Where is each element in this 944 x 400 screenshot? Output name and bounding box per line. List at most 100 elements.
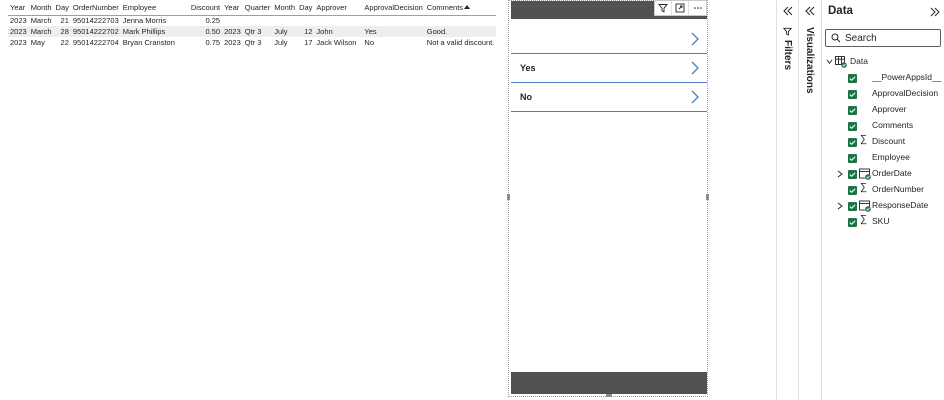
- more-options-button[interactable]: [689, 1, 706, 15]
- visual-header-toolbar: [654, 0, 707, 16]
- field-label: Employee: [872, 152, 910, 162]
- resize-handle-right[interactable]: [706, 194, 709, 200]
- filters-pane[interactable]: Filters: [776, 0, 798, 400]
- field-approver[interactable]: Approver: [836, 104, 941, 118]
- resize-handle-left[interactable]: [507, 194, 510, 200]
- column-header-discount[interactable]: Discount: [177, 0, 222, 15]
- field-approvaldecision[interactable]: ApprovalDecision: [836, 88, 941, 102]
- column-header-month[interactable]: Month: [29, 0, 54, 15]
- chevron-right-icon[interactable]: [691, 32, 699, 46]
- table-header-row: Year Month Day OrderNumber Employee Disc…: [8, 0, 497, 15]
- field-checkbox[interactable]: [848, 186, 857, 195]
- field-checkbox[interactable]: [848, 90, 857, 99]
- field-discount[interactable]: ∑ Discount: [836, 134, 941, 150]
- filters-label[interactable]: Filters: [782, 40, 793, 70]
- table-cell: [243, 15, 272, 26]
- field-ordernumber[interactable]: ∑ OrderNumber: [836, 182, 941, 198]
- table-row[interactable]: 2023 March 28 95014222702 Mark Phillips …: [8, 26, 497, 37]
- gallery-item[interactable]: [511, 25, 707, 54]
- table-cell: Qtr 3: [244, 38, 262, 47]
- expand-visualizations-icon[interactable]: [805, 6, 815, 16]
- expand-filters-icon[interactable]: [783, 6, 793, 16]
- column-header-day[interactable]: Day: [54, 0, 71, 15]
- resize-handle-bottom[interactable]: [606, 394, 612, 397]
- gallery-item[interactable]: Yes: [511, 54, 707, 83]
- column-header-ordernumber[interactable]: OrderNumber: [71, 0, 121, 15]
- focus-mode-button[interactable]: [672, 1, 689, 15]
- gallery-item[interactable]: No: [511, 83, 707, 112]
- table-node-data[interactable]: Data: [826, 56, 941, 70]
- sort-ascending-icon: [464, 4, 471, 9]
- table-row[interactable]: 2023 March 21 95014222703 Jenna Morris 0…: [8, 15, 496, 26]
- field-checkbox[interactable]: [848, 122, 857, 131]
- chevron-right-icon[interactable]: [837, 202, 843, 210]
- column-header-day-2[interactable]: Day: [297, 0, 314, 15]
- field-comments[interactable]: Comments: [836, 120, 941, 134]
- field-orderdate[interactable]: OrderDate: [836, 168, 941, 182]
- chevron-right-icon[interactable]: [691, 61, 699, 75]
- column-header-year[interactable]: Year: [8, 0, 29, 15]
- chevron-right-icon[interactable]: [691, 90, 699, 104]
- checkmark-icon: [849, 204, 856, 209]
- table-cell: 17: [304, 38, 313, 47]
- table-cell: 28: [53, 26, 71, 37]
- powerapps-visual[interactable]: Yes No: [507, 0, 709, 397]
- column-header-employee[interactable]: Employee: [121, 0, 177, 15]
- table-cell: 2023: [8, 26, 29, 37]
- table-cell: 95014222704: [72, 38, 119, 47]
- chevron-right-icon[interactable]: [837, 170, 843, 178]
- table-cell: 95014222703: [72, 16, 119, 26]
- filter-funnel-icon: [783, 27, 792, 36]
- table-visual[interactable]: Year Month Day OrderNumber Employee Disc…: [8, 0, 502, 60]
- field-label: SKU: [872, 216, 890, 226]
- column-header-quarter[interactable]: Quarter: [243, 0, 272, 15]
- table-row[interactable]: 2023 May 22 95014222704 Bryan Cranston 0…: [8, 37, 496, 48]
- search-icon: [831, 33, 841, 43]
- field-checkbox[interactable]: [848, 170, 857, 179]
- visualizations-label[interactable]: Visualizations: [804, 27, 815, 94]
- table-cell: 2023: [222, 26, 243, 37]
- field-checkbox[interactable]: [848, 106, 857, 115]
- sigma-icon: ∑: [860, 214, 868, 225]
- table-cell: [297, 15, 314, 26]
- table-cell: [358, 15, 424, 26]
- visualizations-pane[interactable]: Visualizations: [798, 0, 821, 400]
- search-placeholder: Search: [845, 33, 877, 44]
- field-label: __PowerAppsId__: [872, 72, 942, 82]
- table-cell: 0.50: [176, 26, 223, 37]
- checkmark-icon: [849, 140, 856, 145]
- table-icon: [835, 56, 847, 68]
- sigma-icon: ∑: [860, 134, 868, 145]
- column-header-approvaldecision[interactable]: ApprovalDecision: [358, 0, 424, 15]
- table-cell: Jack Wilson: [316, 38, 357, 47]
- field-label: Discount: [872, 136, 906, 146]
- column-header-year-2[interactable]: Year: [222, 0, 243, 15]
- table-cell: John: [314, 26, 359, 37]
- collapse-pane-icon[interactable]: [930, 7, 940, 17]
- table-cell: No: [364, 38, 375, 47]
- report-canvas: Year Month Day OrderNumber Employee Disc…: [0, 0, 944, 400]
- field-checkbox[interactable]: [848, 202, 857, 211]
- column-header-approver[interactable]: Approver: [314, 0, 358, 15]
- table-cell: July: [272, 26, 298, 37]
- field-checkbox[interactable]: [848, 154, 857, 163]
- field-label: Approver: [872, 104, 907, 114]
- field-responsedate[interactable]: ResponseDate: [836, 200, 941, 214]
- field-employee[interactable]: Employee: [836, 152, 941, 166]
- column-header-comments[interactable]: Comments: [425, 0, 497, 15]
- field-sku[interactable]: ∑ SKU: [836, 214, 941, 230]
- table-cell: 21: [60, 16, 69, 26]
- gallery-item-label: Yes: [520, 63, 536, 73]
- table-cell: July: [274, 38, 288, 47]
- chevron-down-icon[interactable]: [826, 58, 833, 65]
- search-input[interactable]: Search: [825, 29, 941, 47]
- filter-button[interactable]: [655, 1, 672, 15]
- field-label: ApprovalDecision: [872, 88, 939, 98]
- field-checkbox[interactable]: [848, 74, 857, 83]
- field-powerappsid[interactable]: __PowerAppsId__: [836, 72, 941, 86]
- table-cell: Qtr 3: [242, 26, 273, 37]
- calendar-icon: [859, 200, 871, 212]
- field-checkbox[interactable]: [848, 218, 857, 227]
- column-header-month-2[interactable]: Month: [272, 0, 297, 15]
- field-checkbox[interactable]: [848, 138, 857, 147]
